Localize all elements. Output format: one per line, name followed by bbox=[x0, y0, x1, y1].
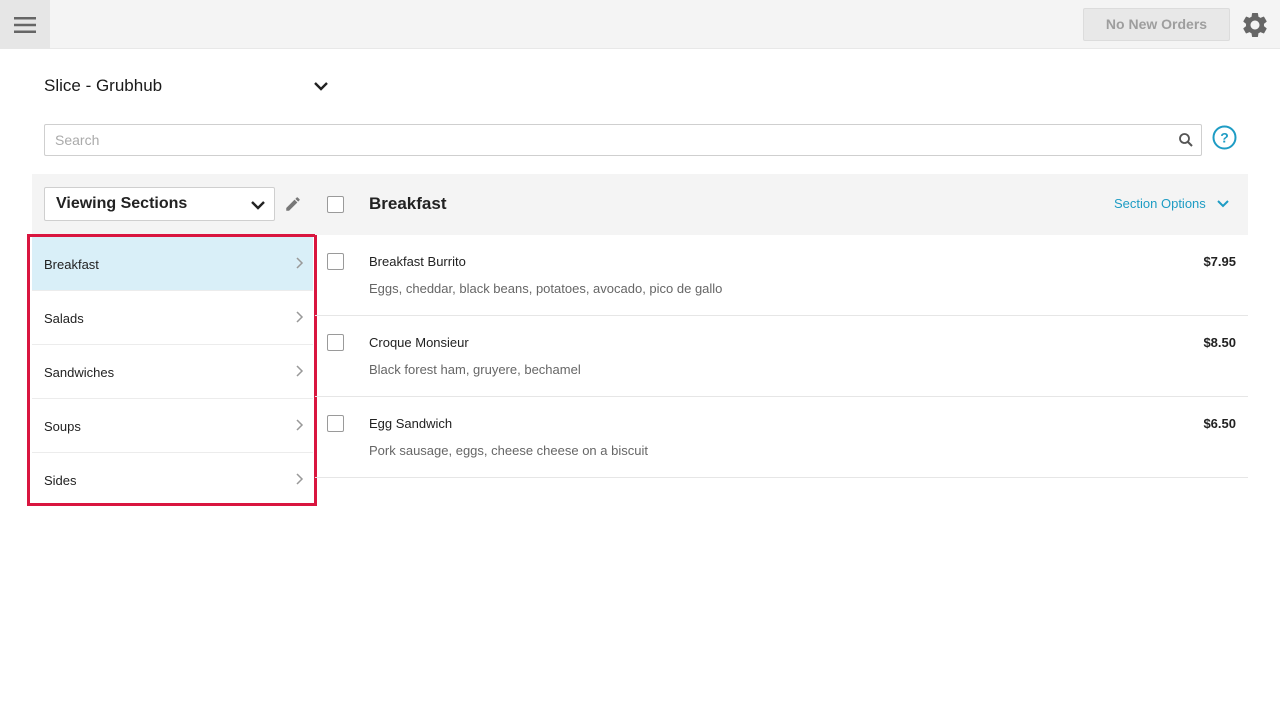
hamburger-menu-icon bbox=[14, 16, 36, 33]
chevron-right-icon bbox=[296, 473, 304, 485]
view-select-dropdown[interactable]: Viewing Sections bbox=[44, 187, 275, 221]
sidebar-item-label: Sides bbox=[44, 473, 77, 488]
svg-text:?: ? bbox=[1220, 130, 1229, 146]
sidebar-item-label: Sandwiches bbox=[44, 365, 115, 380]
top-bar: No New Orders bbox=[0, 0, 1280, 49]
item-description: Pork sausage, eggs, cheese cheese on a b… bbox=[369, 443, 648, 458]
content-header bbox=[315, 174, 1248, 235]
chevron-right-icon bbox=[296, 257, 304, 269]
section-list: Breakfast Salads Sandwiches Soups Sides bbox=[27, 234, 317, 506]
sidebar-item-label: Breakfast bbox=[44, 257, 99, 272]
sidebar-item-label: Salads bbox=[44, 311, 84, 326]
chevron-down-icon bbox=[251, 201, 265, 210]
item-name[interactable]: Croque Monsieur bbox=[369, 335, 469, 350]
item-checkbox[interactable] bbox=[327, 334, 344, 351]
new-orders-button[interactable]: No New Orders bbox=[1083, 8, 1230, 41]
sidebar-item-soups[interactable]: Soups bbox=[32, 399, 313, 453]
search-box bbox=[44, 124, 1202, 156]
chevron-down-icon bbox=[1217, 200, 1229, 208]
sidebar-item-breakfast[interactable]: Breakfast bbox=[32, 237, 313, 291]
restaurant-name: Slice - Grubhub bbox=[44, 76, 163, 95]
restaurant-selector[interactable]: Slice - Grubhub bbox=[44, 76, 334, 98]
item-price: $7.95 bbox=[1203, 254, 1236, 269]
list-item: Breakfast Burrito Eggs, cheddar, black b… bbox=[315, 235, 1248, 316]
chevron-right-icon bbox=[296, 311, 304, 323]
item-price: $8.50 bbox=[1203, 335, 1236, 350]
item-price: $6.50 bbox=[1203, 416, 1236, 431]
list-item: Croque Monsieur Black forest ham, gruyer… bbox=[315, 316, 1248, 397]
page-title: Breakfast bbox=[369, 194, 447, 213]
pencil-icon[interactable] bbox=[284, 195, 302, 213]
chevron-right-icon bbox=[296, 419, 304, 431]
item-checkbox[interactable] bbox=[327, 253, 344, 270]
chevron-right-icon bbox=[296, 365, 304, 377]
help-icon[interactable]: ? bbox=[1212, 125, 1237, 150]
section-options-label: Section Options bbox=[1114, 196, 1206, 211]
sidebar-item-label: Soups bbox=[44, 419, 81, 434]
item-name[interactable]: Breakfast Burrito bbox=[369, 254, 466, 269]
sidebar-item-sides[interactable]: Sides bbox=[32, 453, 313, 507]
section-options-button[interactable]: Section Options bbox=[1114, 196, 1234, 214]
chevron-down-icon bbox=[314, 82, 328, 91]
item-description: Eggs, cheddar, black beans, potatoes, av… bbox=[369, 281, 723, 296]
item-description: Black forest ham, gruyere, bechamel bbox=[369, 362, 581, 377]
sidebar-item-salads[interactable]: Salads bbox=[32, 291, 313, 345]
search-icon[interactable] bbox=[1178, 132, 1194, 148]
gear-icon[interactable] bbox=[1240, 10, 1270, 40]
view-select-label: Viewing Sections bbox=[56, 195, 188, 212]
search-input[interactable] bbox=[45, 125, 1165, 155]
list-item: Egg Sandwich Pork sausage, eggs, cheese … bbox=[315, 397, 1248, 478]
sidebar-item-sandwiches[interactable]: Sandwiches bbox=[32, 345, 313, 399]
select-all-checkbox[interactable] bbox=[327, 196, 344, 213]
item-checkbox[interactable] bbox=[327, 415, 344, 432]
item-name[interactable]: Egg Sandwich bbox=[369, 416, 452, 431]
menu-button[interactable] bbox=[0, 0, 50, 49]
